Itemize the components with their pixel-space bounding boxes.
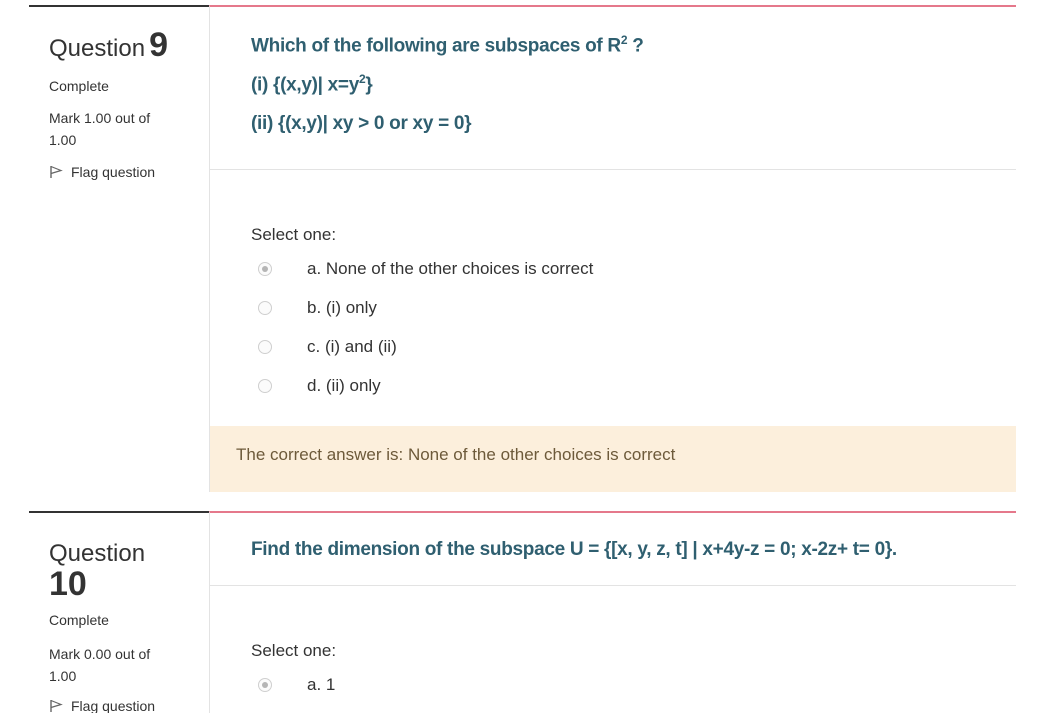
question-text-line-3: (ii) {(x,y)| xy > 0 or xy = 0} <box>251 113 472 134</box>
question-text-line-1: Which of the following are subspaces of … <box>251 33 644 57</box>
question-text-main: (i) {(x,y)| x=y <box>251 74 359 96</box>
flag-question-label: Flag question <box>71 164 156 180</box>
radio-icon[interactable] <box>258 678 272 692</box>
question-state: Complete <box>49 78 109 94</box>
question-grade: Mark 0.00 out of 1.00 <box>49 646 151 684</box>
radio-icon[interactable] <box>258 379 272 393</box>
answer-option-label: d. (ii) only <box>307 376 381 395</box>
flag-icon <box>50 165 63 178</box>
answer-option-d[interactable]: d. (ii) only <box>258 376 381 396</box>
correct-answer-text: The correct answer is: None of the other… <box>236 445 676 464</box>
question-text-tail: ? <box>627 35 644 57</box>
quiz-review-page: Question 9 Complete Mark 1.00 out of 1.00… <box>0 0 1043 713</box>
select-one-label: Select one: <box>251 225 337 244</box>
question-text-line-1: Find the dimension of the subspace U = {… <box>251 539 897 560</box>
question-9: Question 9 Complete Mark 1.00 out of 1.00… <box>29 5 1016 492</box>
answer-option-b[interactable]: b. (i) only <box>258 298 377 318</box>
question-label: Question <box>49 540 146 567</box>
answer-option-c[interactable]: c. (i) and (ii) <box>258 337 397 357</box>
question-number: Question 10 <box>49 540 146 603</box>
question-label: Question <box>49 35 146 62</box>
question-number-value: 10 <box>49 565 87 603</box>
flag-question-label: Flag question <box>71 698 156 713</box>
radio-icon[interactable] <box>258 301 272 315</box>
answer-option-label: a. None of the other choices is correct <box>307 259 594 278</box>
correct-answer-feedback: The correct answer is: None of the other… <box>210 426 1016 492</box>
question-10: Question 10 Complete Mark 0.00 out of 1.0… <box>29 511 1016 713</box>
flag-question-link[interactable]: Flag question <box>49 164 155 180</box>
answer-option-label: c. (i) and (ii) <box>307 337 397 356</box>
select-one-label: Select one: <box>251 641 337 660</box>
answer-option-label: b. (i) only <box>307 298 377 317</box>
question-text-tail: } <box>365 74 373 96</box>
question-number: Question 9 <box>49 28 168 63</box>
question-info: Question 10 Complete Mark 0.00 out of 1.0… <box>29 511 209 713</box>
divider <box>210 169 1016 170</box>
answer-option-a[interactable]: a. 1 <box>258 675 335 695</box>
radio-icon[interactable] <box>258 262 272 276</box>
question-text-line-2: (i) {(x,y)| x=y2} <box>251 72 373 96</box>
answer-option-a[interactable]: a. None of the other choices is correct <box>258 259 593 279</box>
flag-question-link[interactable]: Flag question <box>49 698 155 713</box>
flag-icon <box>50 699 63 712</box>
radio-icon[interactable] <box>258 340 272 354</box>
question-text-main: Which of the following are subspaces of … <box>251 35 621 57</box>
question-content: Which of the following are subspaces of … <box>209 5 1016 492</box>
answer-option-label: a. 1 <box>307 675 336 694</box>
question-info: Question 9 Complete Mark 1.00 out of 1.00… <box>29 5 209 492</box>
question-grade: Mark 1.00 out of 1.00 <box>49 110 151 148</box>
question-number-value: 9 <box>149 26 168 64</box>
divider <box>210 585 1016 586</box>
question-content: Find the dimension of the subspace U = {… <box>209 511 1016 713</box>
question-state: Complete <box>49 612 109 628</box>
